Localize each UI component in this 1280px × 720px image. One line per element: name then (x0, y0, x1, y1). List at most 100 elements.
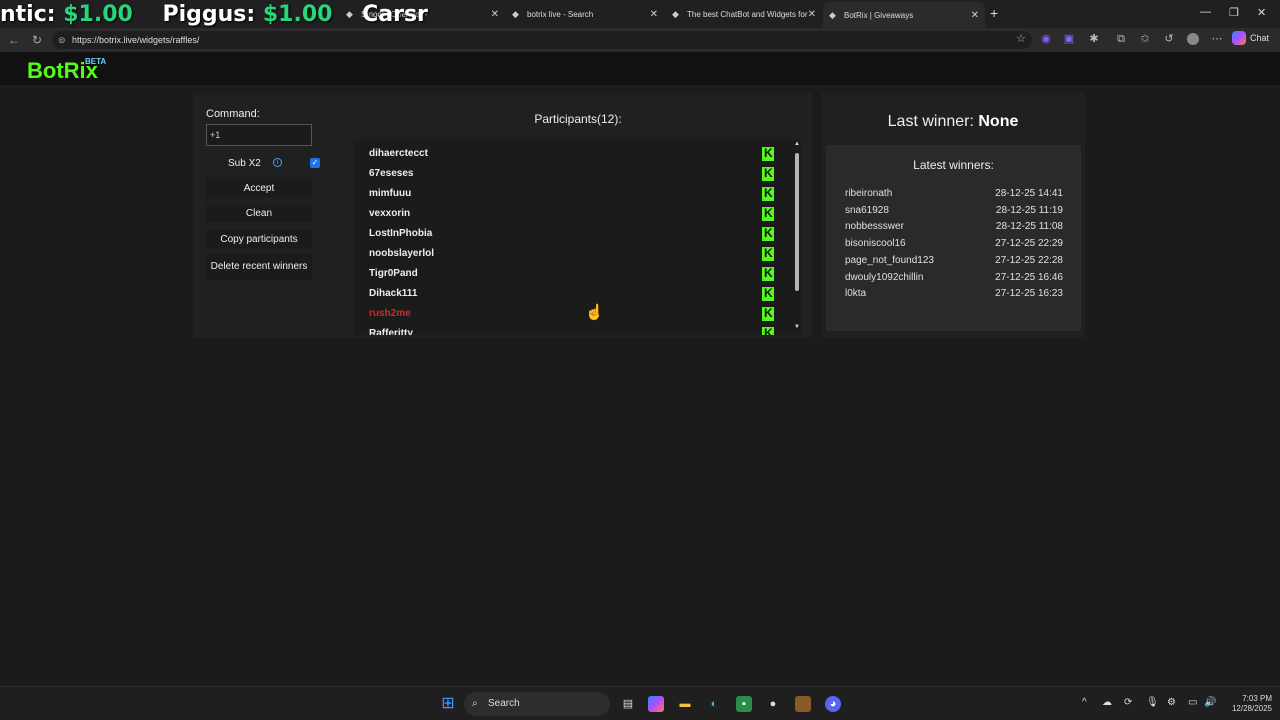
participant-item[interactable]: noobslayerlol (369, 243, 784, 263)
close-window-button[interactable]: ✕ (1257, 6, 1266, 19)
accept-button[interactable]: Accept (206, 179, 312, 197)
winner-date: 27-12-25 22:29 (995, 238, 1063, 250)
participant-item[interactable]: 67eseses (369, 163, 784, 183)
browser-tab[interactable]: ◆ The best ChatBot and Widgets for ✕ (666, 4, 822, 24)
copilot-taskbar-icon[interactable] (648, 696, 664, 712)
participant-item[interactable]: mimfuuu (369, 183, 784, 203)
history-icon[interactable]: ↺ (1163, 33, 1175, 45)
site-info-icon[interactable]: ⊜ (58, 31, 66, 49)
winner-row: nobbessswer 28-12-25 11:08 (845, 221, 1063, 237)
command-input[interactable] (206, 124, 312, 146)
participant-item[interactable]: LostInPhobia (369, 223, 784, 243)
latest-winners-title: Latest winners: (913, 158, 994, 172)
copilot-icon (1232, 31, 1246, 45)
winner-row: dwouly1092chillin 27-12-25 16:46 (845, 272, 1063, 288)
back-icon[interactable]: ← (8, 33, 20, 47)
scroll-thumb[interactable] (795, 153, 799, 291)
close-tab-icon[interactable]: ✕ (650, 9, 658, 20)
copy-participants-button[interactable]: Copy participants (206, 230, 312, 248)
clean-button[interactable]: Clean (206, 204, 312, 222)
taskbar-search[interactable]: ⌕ Search (464, 692, 610, 716)
minecraft-icon[interactable] (795, 696, 811, 712)
stream-donation-overlay: ntic: $1.00 Piggus: $1.00 Carsr (0, 2, 428, 27)
winner-date: 28-12-25 14:41 (995, 188, 1063, 199)
kick-platform-icon (762, 206, 774, 221)
copilot-chat-button[interactable]: Chat (1232, 31, 1269, 45)
raffle-control-panel: Command: Sub X2 i ✓ Accept Clean Copy pa… (193, 93, 812, 338)
participant-item[interactable]: vexxorin (369, 203, 784, 223)
participant-item[interactable]: Dihack111 (369, 283, 784, 303)
participants-list[interactable]: dihaerctecct 67eseses mimfuuu vexxorin LostI… (353, 139, 801, 335)
new-tab-button[interactable]: + (990, 5, 998, 21)
display-icon[interactable]: ▭ (1188, 697, 1197, 708)
winner-date: 27-12-25 16:46 (995, 271, 1063, 283)
overlay-name-2: Piggus: (162, 2, 263, 27)
extension-screen-icon[interactable]: ▣ (1063, 33, 1075, 45)
tab-favicon-icon: ◆ (829, 9, 836, 20)
browser-tab[interactable]: ◆ botrix live - Search ✕ (506, 4, 664, 24)
split-screen-icon[interactable]: ⧉ (1115, 33, 1127, 45)
winner-name: l0kta (845, 288, 867, 300)
clock-date: 12/28/2025 (1231, 704, 1272, 713)
tray-app-icon[interactable]: ☁ (1102, 697, 1112, 708)
browser-tab[interactable]: ◆ BotRix | Giveaways ✕ (823, 2, 985, 28)
favorite-star-icon[interactable]: ☆ (1015, 33, 1027, 45)
discord-icon[interactable]: ◕ (825, 696, 841, 712)
winner-name: page_not_found123 (845, 254, 934, 266)
winner-row: page_not_found123 27-12-25 22:28 (845, 255, 1063, 271)
tray-expand-icon[interactable]: ^ (1082, 697, 1087, 708)
participant-item[interactable]: Tigr0Pand (369, 263, 784, 283)
participant-name: Dihack111 (369, 288, 418, 299)
more-menu-icon[interactable]: ⋯ (1211, 33, 1223, 45)
close-tab-icon[interactable]: ✕ (491, 9, 499, 20)
last-winner-value: None (978, 113, 1019, 130)
favorites-icon[interactable]: ✩ (1139, 33, 1151, 45)
system-clock[interactable]: 7:03 PM 12/28/2025 (1222, 694, 1272, 714)
participant-name: 67eseses (369, 168, 414, 179)
edge-browser-icon[interactable]: ◐ (706, 696, 722, 712)
delete-recent-winners-button[interactable]: Delete recent winners (206, 254, 312, 280)
tray-sync-icon[interactable]: ⟳ (1124, 697, 1132, 708)
task-view-icon[interactable]: ▤ (620, 696, 636, 712)
close-tab-icon[interactable]: ✕ (971, 10, 979, 21)
obs-icon[interactable]: ● (765, 696, 781, 712)
winner-name: dwouly1092chillin (845, 271, 924, 283)
sub-multiplier-row: Sub X2 i ✓ (206, 155, 320, 171)
mouse-cursor-icon: ☝ (585, 304, 604, 321)
sub-x2-checkbox[interactable]: ✓ (310, 158, 320, 168)
participants-title: Participants(12): (534, 112, 622, 126)
winners-panel: Last winner: None Latest winners: ribeir… (821, 93, 1085, 338)
url-field[interactable]: ⊜ https://botrix.live/widgets/raffles/ (52, 31, 1032, 49)
close-tab-icon[interactable]: ✕ (808, 9, 816, 20)
file-explorer-icon[interactable]: ▬ (677, 696, 693, 712)
microphone-icon[interactable]: 🎙 (1146, 697, 1159, 708)
winner-name: nobbessswer (845, 221, 904, 233)
extension-purple-icon[interactable]: ◉ (1040, 33, 1052, 45)
refresh-icon[interactable]: ↻ (32, 33, 42, 47)
overlay-name-3: Carsr (362, 2, 428, 27)
profile-avatar-icon[interactable] (1187, 33, 1199, 45)
participants-scrollbar[interactable]: ▲ ▼ (793, 141, 801, 333)
kick-platform-icon (762, 226, 774, 241)
info-icon[interactable]: i (273, 158, 282, 167)
scroll-down-arrow-icon[interactable]: ▼ (794, 324, 800, 330)
participant-name: LostInPhobia (369, 228, 433, 239)
winner-row: sna61928 28-12-25 11:19 (845, 205, 1063, 221)
app-green-icon[interactable]: ▪ (736, 696, 752, 712)
participant-item[interactable]: dihaerctecct (369, 143, 784, 163)
extensions-icon[interactable]: ✱ (1088, 33, 1100, 45)
kick-platform-icon (762, 306, 774, 321)
maximize-button[interactable]: ❐ (1229, 6, 1239, 19)
participant-item[interactable]: Rafferitty (369, 323, 784, 335)
tab-favicon-icon: ◆ (672, 8, 679, 19)
beta-badge: BETA (85, 57, 107, 66)
page-content: BotRix BETA Command: Sub X2 i ✓ Accept C… (0, 52, 1280, 686)
minimize-button[interactable]: — (1200, 6, 1211, 18)
tab-title: botrix live - Search (527, 9, 594, 19)
windows-start-icon[interactable]: ⊞ (440, 696, 456, 712)
participant-item[interactable]: rush2me (369, 303, 784, 323)
scroll-up-arrow-icon[interactable]: ▲ (794, 141, 800, 147)
tray-settings-icon[interactable]: ⚙ (1167, 697, 1176, 708)
volume-icon[interactable]: 🔊 (1204, 697, 1216, 708)
command-label: Command: (206, 108, 260, 120)
